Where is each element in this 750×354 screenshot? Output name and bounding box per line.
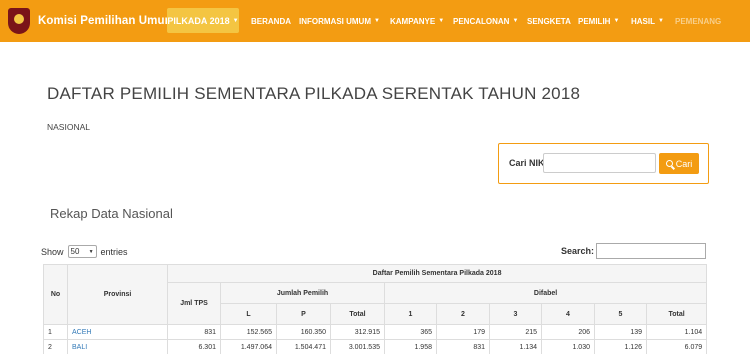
cell-d5: 1.126 <box>594 339 647 354</box>
header-p[interactable]: P <box>276 303 331 325</box>
page-length-value: 50 <box>70 247 80 256</box>
nav-pemenang[interactable]: PEMENANG <box>675 0 721 42</box>
cell-d4: 206 <box>541 324 595 340</box>
table-search-label: Search: <box>561 246 595 256</box>
header-difabel-4[interactable]: 4 <box>541 303 595 325</box>
nav-informasi-umum[interactable]: INFORMASI UMUM ▼ <box>299 0 380 42</box>
nik-search-panel: Cari NIK Cari <box>498 143 709 184</box>
nav-beranda[interactable]: BERANDA <box>251 0 291 42</box>
header-difabel-3[interactable]: 3 <box>489 303 542 325</box>
entries-label: entries <box>100 246 128 257</box>
page-subtitle: NASIONAL <box>47 122 90 132</box>
page-length-control: Show 50 ▼ entries <box>41 245 128 258</box>
nav-kampanye-label: KAMPANYE <box>390 16 436 26</box>
chevron-down-icon: ▼ <box>232 17 239 24</box>
cell-d3: 215 <box>489 324 542 340</box>
cell-p: 160.350 <box>276 324 331 340</box>
nav-beranda-label: BERANDA <box>251 16 291 26</box>
header-jumlah-pemilih: Jumlah Pemilih <box>220 282 385 304</box>
cell-no: 2 <box>43 339 68 354</box>
nav-informasi-umum-label: INFORMASI UMUM <box>299 16 371 26</box>
cari-button-label: Cari <box>675 158 693 169</box>
pilkada-label: PILKADA 2018 <box>167 15 230 26</box>
nav-pemenang-label: PEMENANG <box>675 16 722 26</box>
nav-sengketa-label: SENGKETA <box>527 16 571 26</box>
cell-provinsi: ACEH <box>67 324 168 340</box>
cell-d4: 1.030 <box>541 339 595 354</box>
cell-d3: 1.134 <box>489 339 542 354</box>
cell-p: 1.504.471 <box>276 339 331 354</box>
chevron-down-icon: ▼ <box>374 18 380 24</box>
show-label: Show <box>41 246 64 257</box>
top-navbar: Komisi Pemilihan Umum PILKADA 2018 ▼ BER… <box>0 0 750 42</box>
cell-d2: 831 <box>436 339 490 354</box>
header-jml-tps[interactable]: Jml TPS <box>167 282 221 325</box>
cell-total: 3.001.535 <box>330 339 385 354</box>
nik-input[interactable] <box>543 153 656 173</box>
brand[interactable]: Komisi Pemilihan Umum <box>8 6 175 36</box>
section-title: Rekap Data Nasional <box>50 206 173 221</box>
cell-l: 152.565 <box>220 324 277 340</box>
header-difabel-5[interactable]: 5 <box>594 303 647 325</box>
rekap-table: No Provinsi Daftar Pemilih Sementara Pil… <box>43 264 708 354</box>
chevron-down-icon: ▼ <box>438 18 445 24</box>
chevron-down-icon: ▼ <box>658 18 664 24</box>
header-no[interactable]: No <box>43 264 68 325</box>
chevron-down-icon: ▼ <box>512 18 519 24</box>
table-row: 1 ACEH 831 152.565 160.350 312.915 365 1… <box>43 324 708 340</box>
nav-pemilih-label: PEMILIH <box>578 16 611 26</box>
table-search-input[interactable] <box>596 243 706 259</box>
header-difabel: Difabel <box>383 282 708 304</box>
header-total[interactable]: Total <box>330 303 385 325</box>
header-difabel-2[interactable]: 2 <box>436 303 490 325</box>
nav-pemilih[interactable]: PEMILIH ▼ <box>578 0 619 42</box>
nav-sengketa[interactable]: SENGKETA <box>527 0 571 42</box>
cell-d1: 365 <box>384 324 437 340</box>
cell-dtotal: 1.104 <box>645 324 708 340</box>
cell-dtotal: 6.079 <box>645 339 708 354</box>
kpu-logo-icon <box>8 8 30 34</box>
nav-pencalonan-label: PENCALONAN <box>453 16 510 26</box>
header-group: Daftar Pemilih Sementara Pilkada 2018 <box>166 264 708 283</box>
cell-d2: 179 <box>436 324 490 340</box>
page-title: DAFTAR PEMILIH SEMENTARA PILKADA SERENTA… <box>47 84 581 103</box>
header-l[interactable]: L <box>220 303 277 325</box>
cell-d1: 1.958 <box>384 339 437 354</box>
nik-label: Cari NIK <box>509 158 545 168</box>
chevron-down-icon: ▼ <box>88 248 94 255</box>
nav-hasil-label: HASIL <box>631 16 655 26</box>
page-length-select[interactable]: 50 ▼ <box>67 245 97 258</box>
brand-name: Komisi Pemilihan Umum <box>38 15 175 27</box>
cell-tps: 831 <box>167 324 221 340</box>
provinsi-link[interactable]: ACEH <box>72 329 91 336</box>
cell-d5: 139 <box>594 324 647 340</box>
cari-button[interactable]: Cari <box>659 153 699 174</box>
cell-tps: 6.301 <box>167 339 221 354</box>
nav-hasil[interactable]: HASIL ▼ <box>631 0 664 42</box>
cell-total: 312.915 <box>330 324 385 340</box>
provinsi-link[interactable]: BALI <box>72 344 87 351</box>
cell-provinsi: BALI <box>67 339 168 354</box>
pilkada-dropdown-button[interactable]: PILKADA 2018 ▼ <box>167 8 239 33</box>
cell-l: 1.497.064 <box>220 339 277 354</box>
nav-pencalonan[interactable]: PENCALONAN ▼ <box>453 0 518 42</box>
search-icon <box>665 160 673 167</box>
header-difabel-total[interactable]: Total <box>645 303 708 325</box>
chevron-down-icon: ▼ <box>613 18 620 24</box>
table-row: 2 BALI 6.301 1.497.064 1.504.471 3.001.5… <box>43 339 708 354</box>
header-difabel-1[interactable]: 1 <box>384 303 437 325</box>
nav-kampanye[interactable]: KAMPANYE ▼ <box>390 0 444 42</box>
cell-no: 1 <box>43 324 68 340</box>
header-provinsi[interactable]: Provinsi <box>67 264 168 325</box>
